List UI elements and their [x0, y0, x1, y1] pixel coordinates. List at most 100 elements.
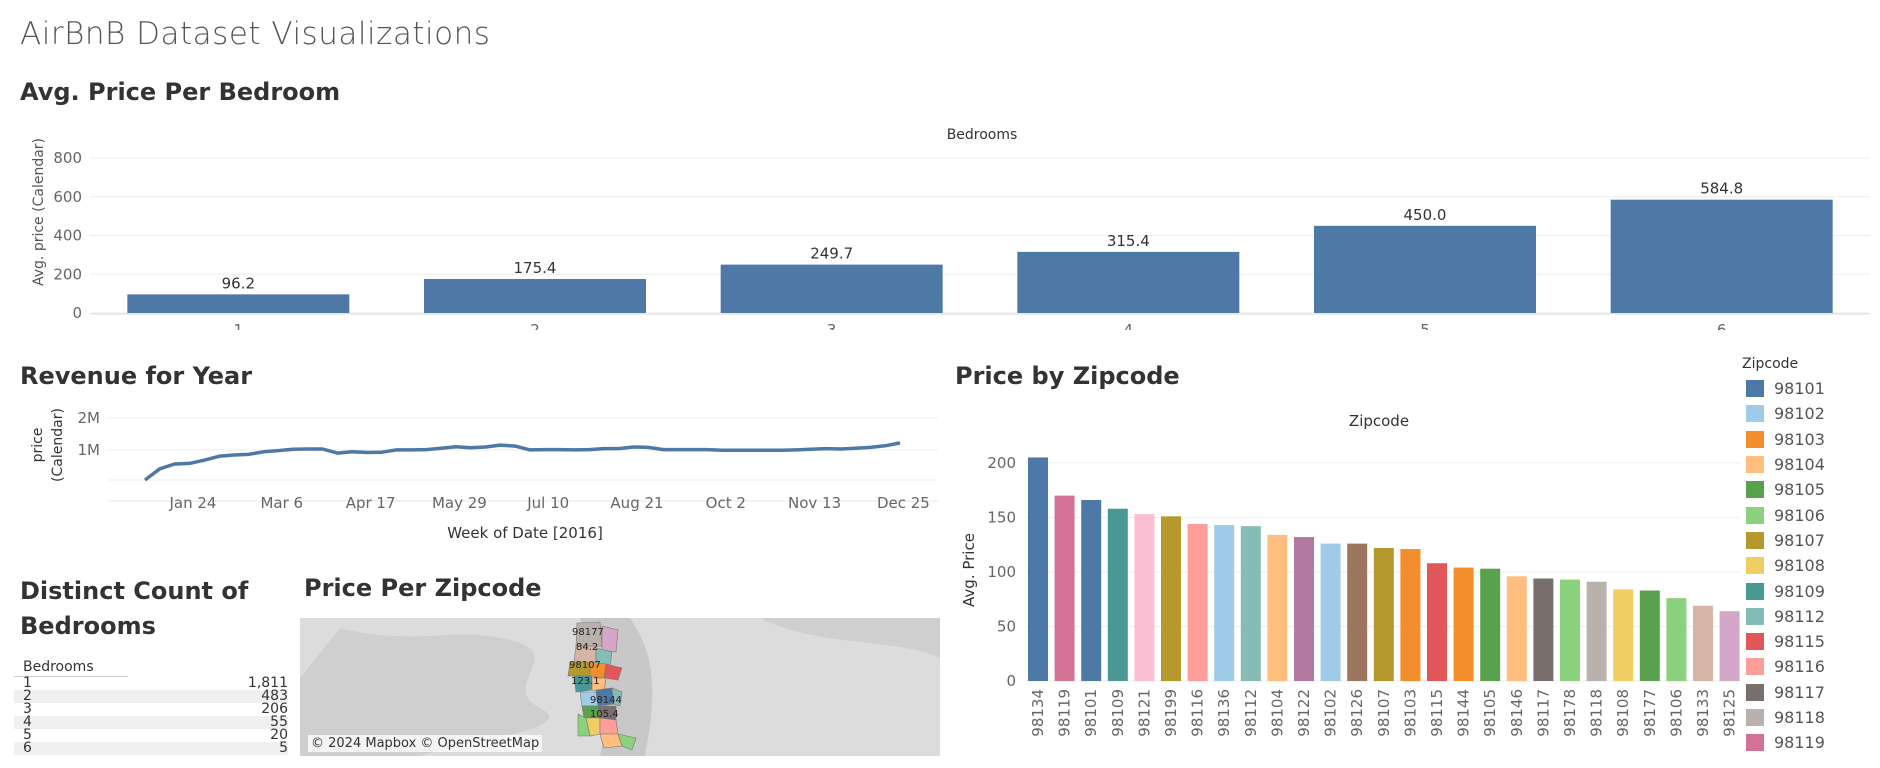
table-row: 3 206 — [14, 702, 288, 716]
map-attribution[interactable]: © 2024 Mapbox © OpenStreetMap — [308, 735, 543, 752]
legend-item[interactable]: 98107 — [1742, 528, 1880, 553]
legend-item[interactable]: 98104 — [1742, 452, 1880, 477]
zipcode-bar[interactable] — [1639, 590, 1660, 681]
zipcode-bar[interactable] — [1134, 514, 1155, 681]
bedroom-xtick-label: 1 — [234, 321, 244, 330]
revenue-ylabel-line2: (Calendar) — [50, 408, 66, 482]
zipcode-bar[interactable] — [1480, 568, 1501, 681]
zipcode-bar[interactable] — [1054, 495, 1075, 681]
legend-item[interactable]: 98101 — [1742, 376, 1880, 401]
zipcode-bar[interactable] — [1400, 549, 1421, 681]
zipcode-bar[interactable] — [1320, 543, 1341, 681]
bedroom-chart-xlabel: Bedrooms — [947, 127, 1018, 143]
zipcode-price-chart[interactable]: Zipcode Avg. Price 0 50 100 150 200 98134 981… — [950, 400, 1740, 768]
legend-swatch — [1746, 582, 1764, 600]
zipcode-bar[interactable] — [1107, 508, 1128, 681]
zipcode-bar[interactable] — [1294, 537, 1314, 681]
zipcode-bar[interactable] — [1506, 576, 1527, 681]
legend-item[interactable]: 98106 — [1742, 502, 1880, 527]
bedroom-bar[interactable] — [1017, 251, 1240, 313]
table-row: 65 — [14, 741, 288, 755]
revenue-xtick-label: Jan 24 — [169, 494, 217, 512]
distinct-count-table: Bedrooms 1 1,811 2 483 3 206 4 55 5 20 6 5 — [14, 658, 288, 755]
zipcode-bar[interactable] — [1267, 534, 1288, 681]
zipcode-bar[interactable] — [1373, 547, 1394, 681]
bedroom-bar[interactable] — [424, 279, 646, 313]
legend-label: 98101 — [1774, 379, 1825, 399]
zipcode-bar[interactable] — [1347, 543, 1368, 681]
revenue-series-line[interactable] — [143, 441, 901, 482]
zipcode-legend[interactable]: Zipcode 98101 98102 98103 98104 98105 98106 98… — [1742, 356, 1880, 755]
zipcode-bar[interactable] — [1214, 525, 1235, 681]
legend-item[interactable]: 98116 — [1742, 654, 1880, 679]
legend-swatch — [1746, 456, 1764, 474]
zipcode-bar[interactable] — [1533, 578, 1554, 681]
legend-item[interactable]: 98118 — [1742, 705, 1880, 730]
zipcode-map[interactable]: 98177 84.2 98107 123.1 98144 105.4 © 2024 Map… — [300, 618, 940, 756]
zipcode-xtick-label: 98125 — [1721, 689, 1739, 737]
bedroom-bar-label: 249.7 — [810, 245, 853, 263]
bedroom-bar[interactable] — [720, 264, 943, 313]
legend-label: 98104 — [1774, 455, 1825, 475]
legend-label: 98102 — [1774, 404, 1825, 424]
revenue-xtick-label: Aug 21 — [610, 494, 663, 512]
revenue-line-chart[interactable]: price (Calendar) 1M 2M Jan 24 Mar 6 Apr 17 M… — [0, 395, 945, 545]
legend-item[interactable]: 98109 — [1742, 578, 1880, 603]
zipcode-bar[interactable] — [1161, 516, 1181, 681]
zipcode-bar[interactable] — [1187, 523, 1208, 681]
zipcode-ytick-label: 100 — [987, 563, 1016, 581]
zipcode-bar[interactable] — [1586, 581, 1607, 681]
legend-item[interactable]: 98105 — [1742, 477, 1880, 502]
zipcode-bar[interactable] — [1081, 499, 1102, 681]
legend-item[interactable]: 98112 — [1742, 604, 1880, 629]
legend-swatch — [1746, 405, 1764, 423]
bedroom-xtick-label: 5 — [1420, 321, 1430, 330]
bedroom-bar-label: 96.2 — [222, 274, 255, 292]
zipcode-bar[interactable] — [1719, 611, 1740, 681]
zipcode-xtick-label: 98108 — [1614, 689, 1632, 737]
zipcode-ytick-label: 0 — [1006, 672, 1016, 690]
legend-item[interactable]: 98102 — [1742, 401, 1880, 426]
bedroom-chart-ylabel: Avg. price (Calendar) — [31, 138, 47, 286]
legend-label: 98107 — [1774, 530, 1825, 550]
zipcode-bar[interactable] — [1666, 598, 1687, 681]
legend-label: 98115 — [1774, 632, 1825, 652]
legend-item[interactable]: 98117 — [1742, 680, 1880, 705]
legend-swatch — [1746, 607, 1764, 625]
bedroom-bar-label: 315.4 — [1107, 232, 1150, 250]
dashboard-title: AirBnB Dataset Visualizations — [20, 16, 491, 52]
zipcode-bar[interactable] — [1240, 526, 1261, 681]
revenue-xtick-label: Nov 13 — [788, 494, 841, 512]
legend-item[interactable]: 98115 — [1742, 629, 1880, 654]
bedroom-xtick-label: 3 — [827, 321, 837, 330]
zipcode-bar[interactable] — [1560, 579, 1580, 681]
zipcode-xtick-label: 98104 — [1268, 689, 1286, 737]
zipcode-chart-xlabel: Zipcode — [1349, 412, 1409, 430]
zipcode-bar[interactable] — [1693, 605, 1713, 681]
legend-label: 98108 — [1774, 556, 1825, 576]
bedroom-xtick-label: 6 — [1717, 321, 1727, 330]
bedroom-price-chart[interactable]: Bedrooms Avg. price (Calendar) 0 200 400 60… — [0, 120, 1880, 330]
zipcode-bar[interactable] — [1427, 563, 1447, 681]
zipcode-xtick-label: 98133 — [1694, 689, 1712, 737]
revenue-ytick-label: 2M — [78, 409, 101, 427]
zipcode-bar[interactable] — [1453, 567, 1474, 681]
zipcode-xtick-label: 98178 — [1561, 689, 1579, 737]
zipcode-xtick-label: 98136 — [1215, 689, 1233, 737]
zipcode-xtick-label: 98102 — [1322, 689, 1340, 737]
legend-item[interactable]: 98103 — [1742, 427, 1880, 452]
bedroom-bar-label: 450.0 — [1404, 206, 1447, 224]
legend-label: 98109 — [1774, 581, 1825, 601]
zipcode-xtick-label: 98106 — [1667, 689, 1685, 737]
zipcode-bar[interactable] — [1613, 589, 1634, 681]
bedroom-bar[interactable] — [127, 294, 350, 313]
bedroom-bar[interactable] — [1610, 199, 1833, 313]
legend-item[interactable]: 98108 — [1742, 553, 1880, 578]
legend-item[interactable]: 98119 — [1742, 730, 1880, 755]
legend-swatch — [1746, 481, 1764, 499]
bedroom-bar[interactable] — [1314, 225, 1536, 313]
zipcode-bar[interactable] — [1028, 457, 1048, 681]
section-title-revenue: Revenue for Year — [20, 362, 253, 390]
bedroom-bar-label: 175.4 — [514, 259, 557, 277]
bedroom-ytick-label: 400 — [53, 227, 82, 245]
